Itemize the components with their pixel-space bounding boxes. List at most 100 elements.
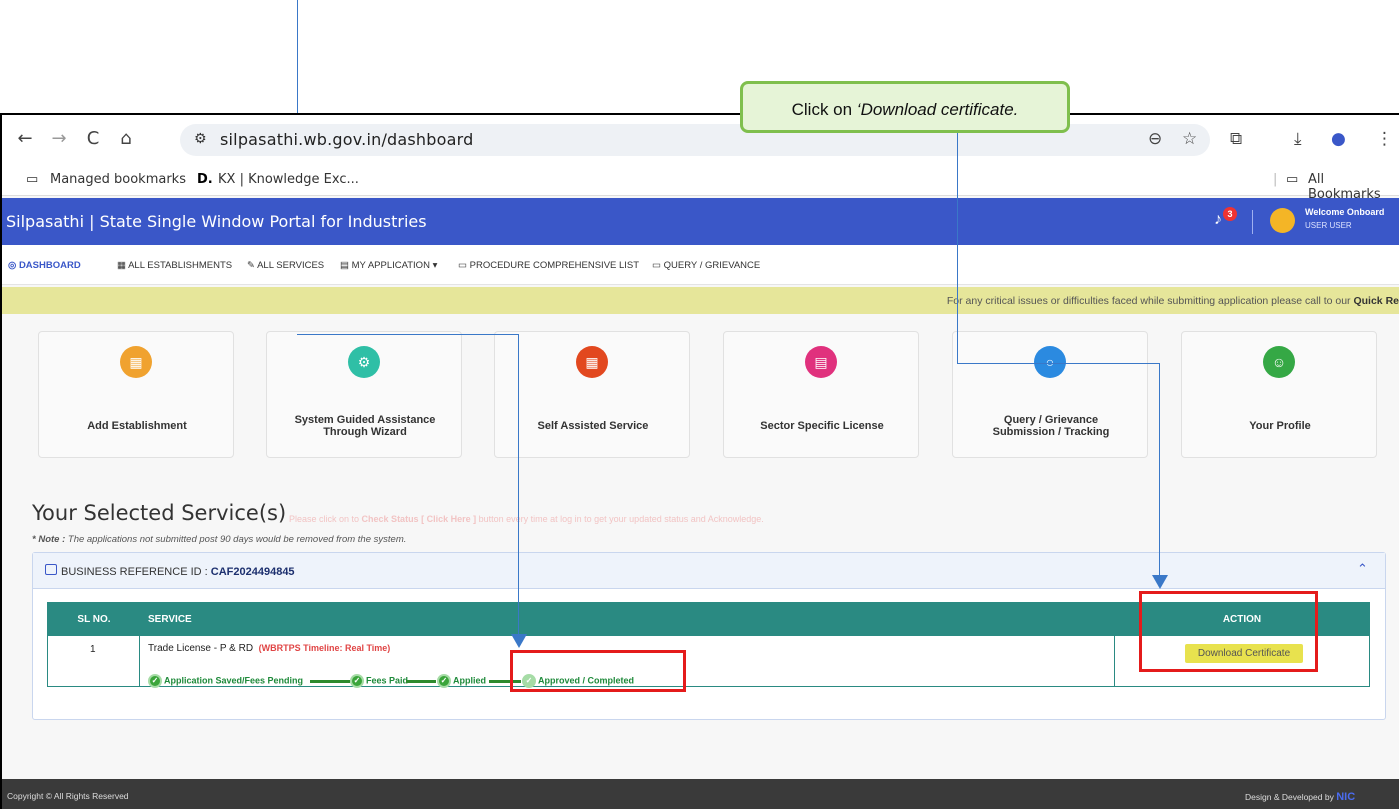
step-applied: ✓ Applied [437, 674, 486, 688]
bell-icon[interactable]: ♪ [1214, 211, 1222, 229]
step-connector [310, 680, 350, 683]
card-self-assisted-service[interactable]: ▦ Self Assisted Service [494, 331, 690, 458]
bookmark-divider: | [1273, 172, 1278, 187]
bookmarks-bar: ▭ Managed bookmarks D. KX | Knowledge Ex… [2, 164, 1399, 202]
grid-icon: ▦ [576, 346, 608, 378]
menu-dashboard-label: DASHBOARD [18, 260, 81, 271]
kx-logo-icon: D. [197, 172, 213, 187]
highlight-approved-box [510, 650, 686, 692]
timeline-label: (WBRTPS Timeline: Real Time) [258, 643, 391, 653]
highlight-download-box [1139, 591, 1318, 672]
card-guided-assistance[interactable]: ⚙ System Guided Assistance Through Wizar… [266, 331, 462, 458]
menu-procedure-label: PROCEDURE COMPREHENSIVE LIST [469, 260, 640, 271]
row-service: Trade License - P & RD (WBRTPS Timeline:… [148, 643, 390, 654]
card-sector-license[interactable]: ▤ Sector Specific License [723, 331, 919, 458]
business-ref-label: BUSINESS REFERENCE ID : [61, 566, 208, 578]
site-info-icon[interactable]: ⚙ [194, 131, 207, 147]
forward-icon[interactable]: → [48, 128, 70, 149]
notice-marquee: For any critical issues or difficulties … [2, 287, 1399, 314]
annotation-line [957, 363, 1160, 364]
col-divider [1114, 603, 1115, 686]
note-body: The applications not submitted post 90 d… [65, 534, 407, 545]
card-label: Sector Specific License [760, 420, 884, 432]
card-add-establishment[interactable]: ▦ Add Establishment [38, 331, 234, 458]
all-bookmarks-folder-icon: ▭ [1286, 172, 1299, 187]
list-icon [45, 564, 57, 575]
main-menu: ◎ DASHBOARD ▦ ALL ESTABLISHMENTS ✎ ALL S… [2, 245, 1399, 285]
card-label: Query / Grievance Submission / Tracking [992, 414, 1110, 438]
check-icon: ✓ [350, 674, 364, 688]
notification-badge: 3 [1223, 207, 1237, 221]
menu-query-grievance[interactable]: ▭ QUERY / GRIEVANCE [652, 260, 760, 271]
menu-icon[interactable]: ⋮ [1376, 129, 1393, 149]
developer-text: Design & Developed by [1245, 792, 1334, 802]
selected-services-title: Your Selected Service(s) [32, 501, 287, 525]
welcome-text[interactable]: Welcome Onboard [1305, 207, 1384, 217]
marquee-text: For any critical issues or difficulties … [947, 295, 1399, 307]
col-service: SERVICE [140, 603, 1115, 636]
star-icon[interactable]: ☆ [1182, 129, 1197, 149]
profile-icon[interactable]: ● [1331, 129, 1346, 149]
menu-all-services[interactable]: ✎ ALL SERVICES [247, 260, 324, 271]
arrow-down-icon [1152, 575, 1168, 589]
license-icon: ▤ [805, 346, 837, 378]
footer: Copyright © All Rights Reserved Design &… [2, 779, 1399, 809]
col-divider [139, 603, 140, 686]
card-label: System Guided Assistance Through Wizard [294, 414, 436, 438]
callout-text: Click on ‘Download certificate. [743, 100, 1067, 120]
check-status-link[interactable]: Check Status [ Click Here ] [362, 514, 477, 524]
profile-card-icon: ☺ [1263, 346, 1295, 378]
card-your-profile[interactable]: ☺ Your Profile [1181, 331, 1377, 458]
note-label: * Note : [32, 534, 66, 545]
marquee-main: For any critical issues or difficulties … [946, 295, 1354, 307]
home-icon[interactable]: ⌂ [115, 128, 137, 149]
step-label: Application Saved/Fees Pending [164, 675, 304, 686]
row-sl: 1 [90, 644, 96, 655]
reload-icon[interactable]: C [82, 128, 104, 149]
hint-prefix: Please click on to [289, 514, 362, 524]
card-query-grievance[interactable]: ○ Query / Grievance Submission / Trackin… [952, 331, 1148, 458]
callout-prefix: Click on [791, 100, 857, 119]
screenshot-root: ← → C ⌂ ⚙ silpasathi.wb.gov.in/dashboard… [0, 0, 1399, 809]
extensions-icon[interactable]: ⧉ [1230, 129, 1242, 149]
download-icon[interactable]: ⤓ [1294, 129, 1302, 149]
zoom-icon[interactable]: ⊖ [1148, 129, 1162, 149]
bookmark-kx[interactable]: KX | Knowledge Exc... [218, 172, 359, 187]
url-text: silpasathi.wb.gov.in/dashboard [220, 130, 474, 149]
menu-my-application[interactable]: ▤ MY APPLICATION ▾ [340, 260, 437, 271]
col-sl: SL NO. [48, 603, 140, 636]
step-fees-paid: ✓ Fees Paid [350, 674, 408, 688]
step-label: Applied [453, 675, 486, 686]
business-ref-id: CAF2024494845 [210, 566, 295, 578]
callout-emphasis: ‘Download certificate. [856, 100, 1019, 119]
business-panel-header[interactable]: BUSINESS REFERENCE ID : CAF2024494845 ⌃ [33, 553, 1385, 589]
bookmark-managed[interactable]: Managed bookmarks [50, 172, 186, 187]
address-bar: ← → C ⌂ ⚙ silpasathi.wb.gov.in/dashboard… [2, 115, 1399, 164]
card-label: Add Establishment [87, 420, 187, 432]
gear-icon: ⚙ [348, 346, 380, 378]
annotation-line [957, 131, 958, 364]
step-label: Fees Paid [366, 675, 409, 686]
site-title[interactable]: Silpasathi | State Single Window Portal … [6, 212, 427, 231]
menu-my-application-label: MY APPLICATION [351, 260, 430, 271]
building-icon: ▦ [120, 346, 152, 378]
menu-services-label: ALL SERVICES [257, 260, 325, 271]
arrow-down-icon [511, 634, 527, 648]
note-text: * Note : The applications not submitted … [32, 534, 406, 545]
step-saved: ✓ Application Saved/Fees Pending [148, 674, 303, 688]
chevron-up-icon[interactable]: ⌃ [1357, 562, 1368, 577]
annotation-line [1159, 363, 1160, 577]
menu-procedure-list[interactable]: ▭ PROCEDURE COMPREHENSIVE LIST [458, 260, 639, 271]
marquee-bold: Quick Re [1353, 295, 1399, 307]
annotation-line [518, 334, 519, 636]
menu-establishments-label: ALL ESTABLISHMENTS [128, 260, 233, 271]
user-name: USER USER [1305, 221, 1352, 230]
browser-window: ← → C ⌂ ⚙ silpasathi.wb.gov.in/dashboard… [0, 113, 1399, 809]
card-label: Your Profile [1249, 420, 1311, 432]
menu-all-establishments[interactable]: ▦ ALL ESTABLISHMENTS [117, 260, 232, 271]
menu-dashboard[interactable]: ◎ DASHBOARD [8, 260, 81, 271]
avatar[interactable] [1270, 208, 1295, 233]
nic-logo: NIC [1336, 791, 1356, 803]
business-ref: BUSINESS REFERENCE ID : CAF2024494845 [61, 566, 295, 578]
back-icon[interactable]: ← [14, 128, 36, 149]
